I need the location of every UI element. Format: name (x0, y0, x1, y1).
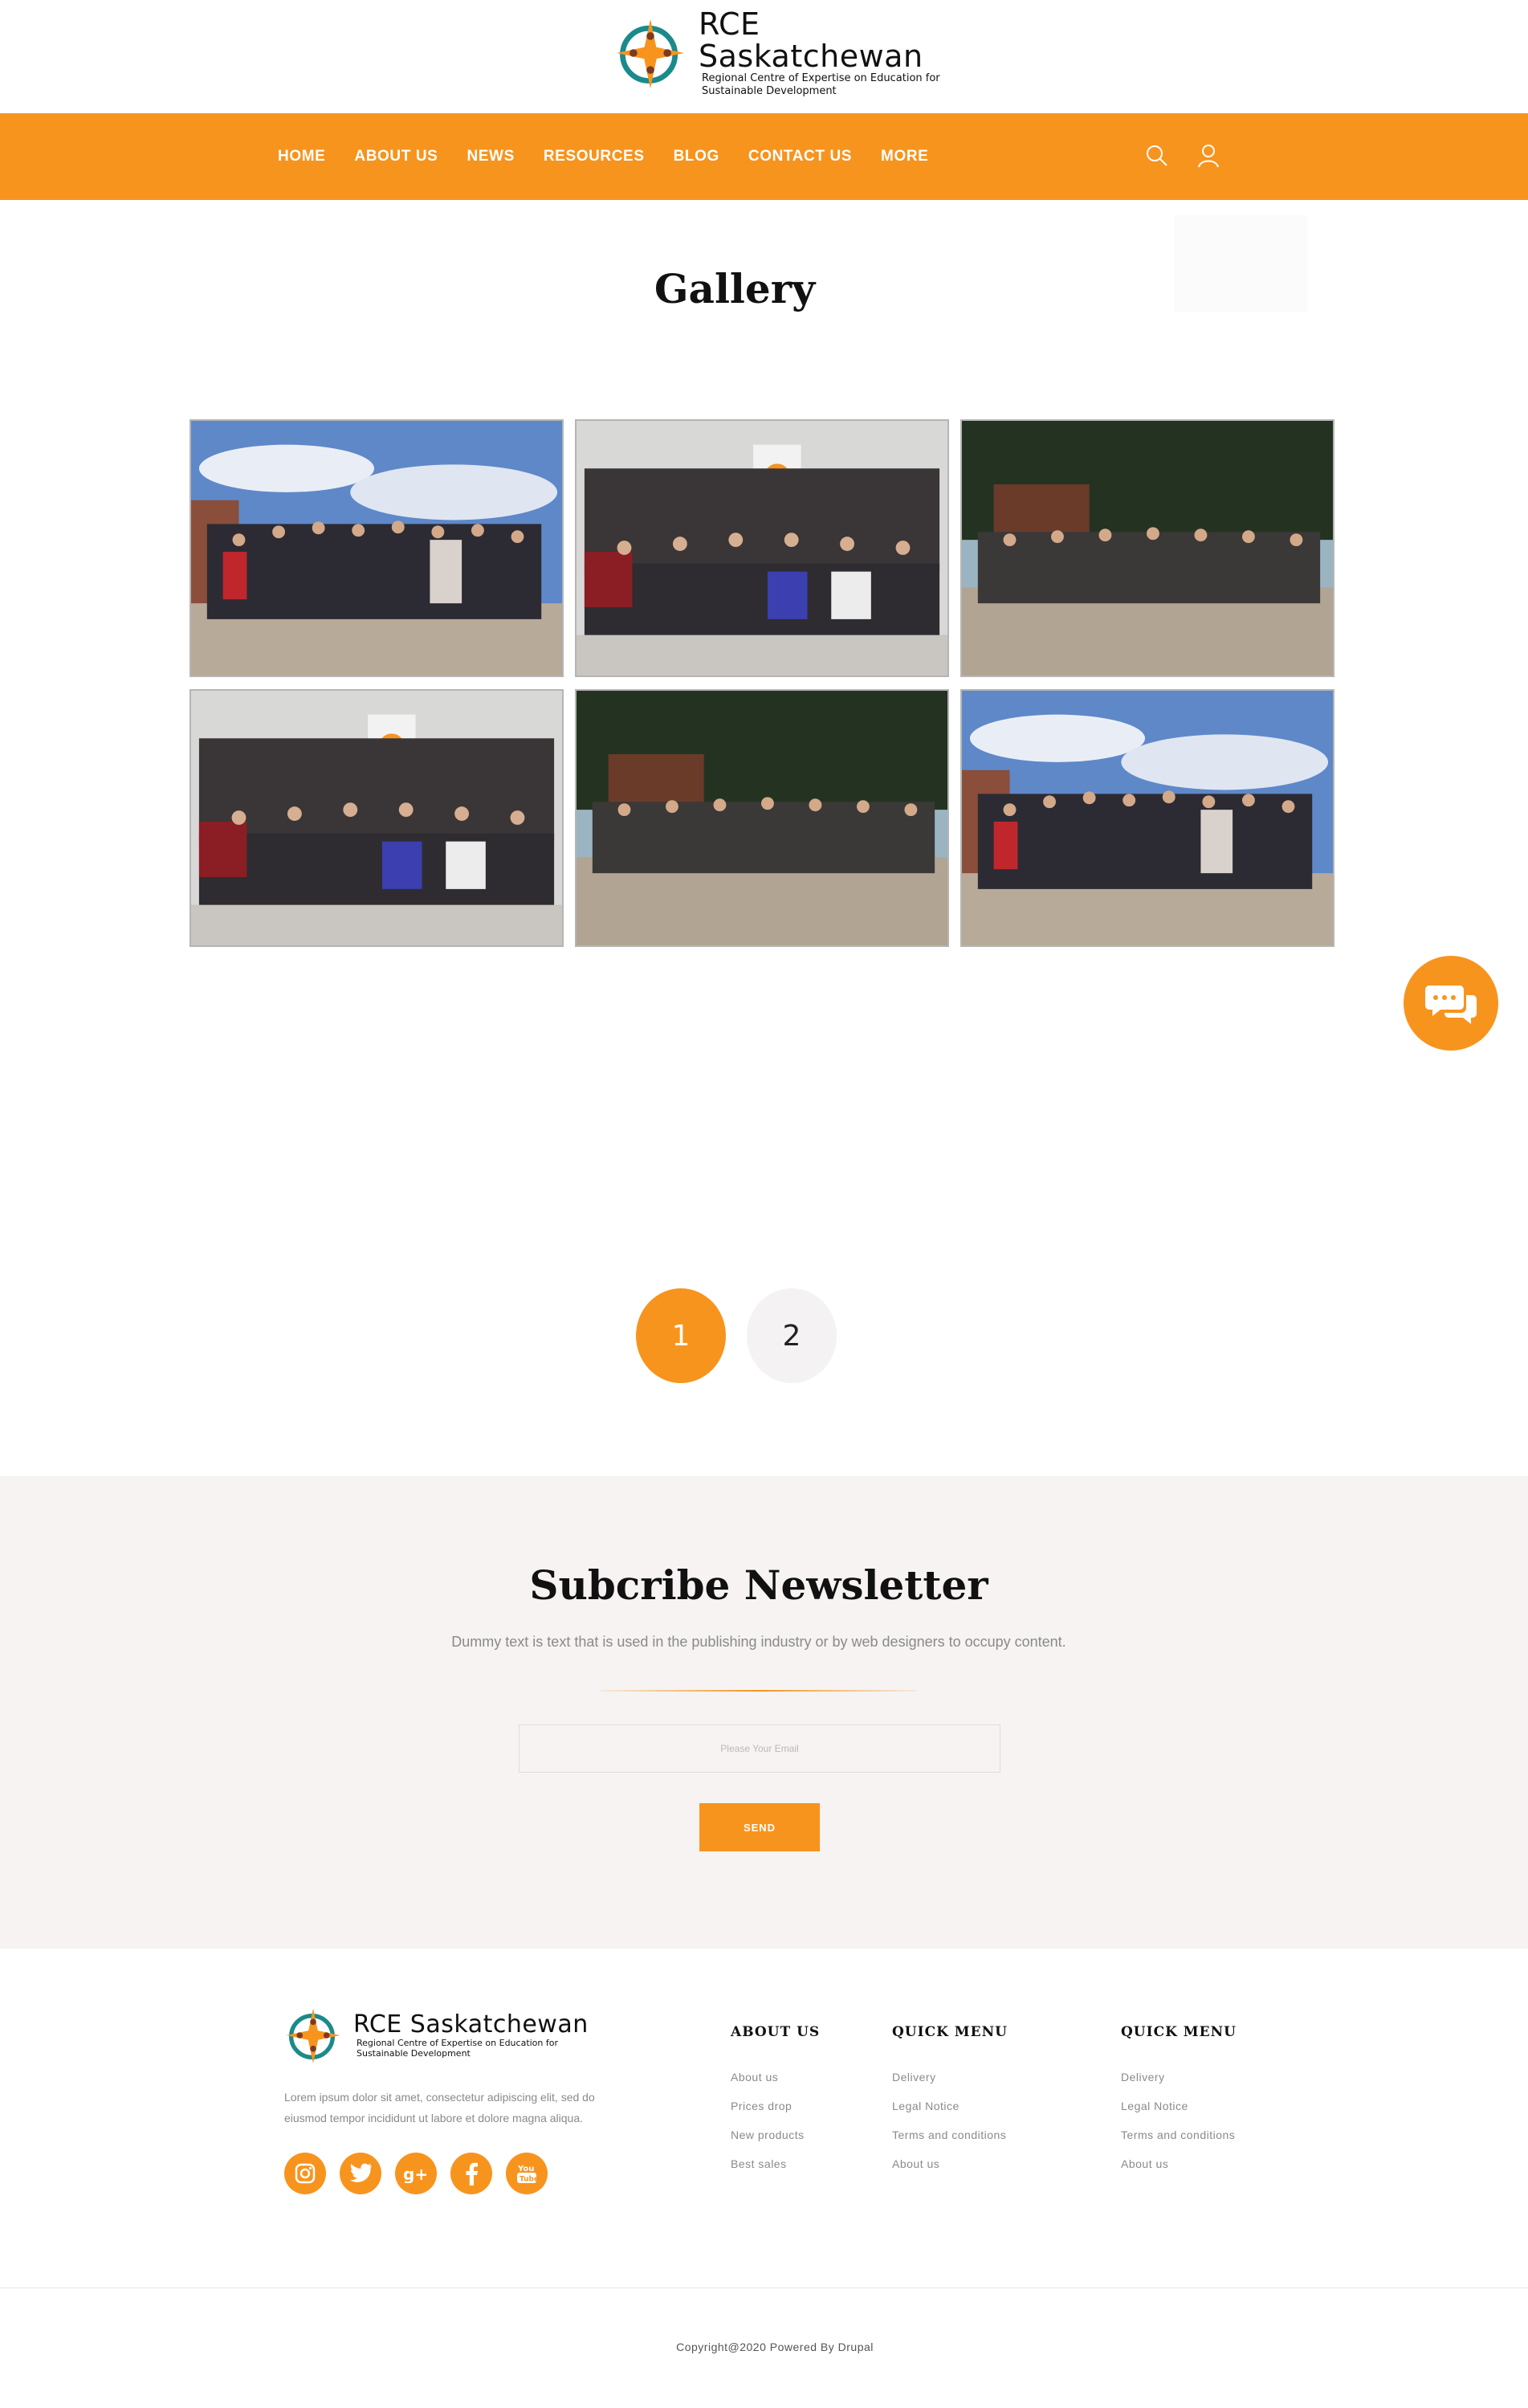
svg-text:g+: g+ (403, 2165, 428, 2183)
google-plus-icon[interactable]: g+ (395, 2153, 437, 2194)
footer-column-heading: ABOUT US (731, 2024, 821, 2040)
page-1-button[interactable]: 1 (636, 1288, 726, 1383)
chat-icon (1425, 986, 1477, 1024)
site-title: RCE Saskatchewan (699, 6, 923, 74)
footer-logo[interactable]: RCE Saskatchewan Regional Centre of Expe… (283, 2005, 589, 2066)
page-title: Gallery (654, 265, 816, 312)
gallery-photo[interactable] (960, 689, 1334, 947)
twitter-icon[interactable] (340, 2153, 381, 2194)
site-header: RCE Saskatchewan Regional Centre of Expe… (0, 0, 1528, 113)
copyright-text: Copyright@2020 Powered By Drupal (676, 2341, 874, 2353)
social-links: g+ You Tube (284, 2153, 561, 2194)
nav-item-contact-us[interactable]: CONTACT US (748, 148, 852, 165)
send-button[interactable]: SEND (699, 1803, 820, 1851)
gallery-photo[interactable] (575, 689, 949, 947)
logo-mark-icon (616, 18, 685, 89)
footer-link[interactable]: Terms and conditions (892, 2120, 1008, 2149)
svg-text:Tube: Tube (520, 2176, 539, 2184)
site-footer: RCE Saskatchewan Regional Centre of Expe… (0, 1949, 1528, 2408)
divider (601, 1690, 917, 1692)
logo-mark-icon (286, 2008, 340, 2063)
footer-link[interactable]: Legal Notice (892, 2092, 1008, 2120)
chat-button[interactable] (1404, 956, 1498, 1051)
footer-column-quick-menu-2: QUICK MENU Delivery Legal Notice Terms a… (1121, 2024, 1237, 2178)
user-icon[interactable] (1195, 142, 1222, 169)
instagram-icon[interactable] (284, 2153, 326, 2194)
nav-item-about-us[interactable]: ABOUT US (354, 148, 438, 165)
nav-item-resources[interactable]: RESOURCES (544, 148, 645, 165)
footer-link[interactable]: About us (892, 2149, 1008, 2178)
footer-column-heading: QUICK MENU (892, 2024, 1008, 2040)
newsletter-description: Dummy text is text that is used in the p… (451, 1634, 1066, 1650)
footer-column-about: ABOUT US About us Prices drop New produc… (731, 2024, 820, 2178)
main-nav: HOME ABOUT US NEWS RESOURCES BLOG CONTAC… (0, 113, 1528, 200)
nav-item-news[interactable]: NEWS (467, 148, 514, 165)
footer-link[interactable]: Delivery (892, 2063, 1008, 2092)
svg-text:You: You (517, 2165, 534, 2173)
gallery-photo[interactable] (960, 419, 1334, 677)
facebook-icon[interactable] (450, 2153, 492, 2194)
footer-link[interactable]: Prices drop (731, 2092, 820, 2120)
footer-link[interactable]: Legal Notice (1121, 2092, 1237, 2120)
pagination: 1 2 (636, 1288, 858, 1383)
newsletter-title: Subcribe Newsletter (529, 1561, 988, 1609)
footer-link[interactable]: Delivery (1121, 2063, 1237, 2092)
site-logo[interactable]: RCE Saskatchewan Regional Centre of Expe… (612, 8, 989, 97)
page-2-button[interactable]: 2 (747, 1288, 837, 1383)
gallery-photo[interactable] (575, 419, 949, 677)
footer-link[interactable]: Terms and conditions (1121, 2120, 1237, 2149)
gallery-photo[interactable] (189, 419, 564, 677)
gallery-photo[interactable] (189, 689, 564, 947)
footer-link[interactable]: Best sales (731, 2149, 820, 2178)
site-subtitle: Regional Centre of Expertise on Educatio… (702, 72, 940, 97)
footer-column-heading: QUICK MENU (1121, 2024, 1237, 2040)
nav-item-blog[interactable]: BLOG (674, 148, 719, 165)
footer-link[interactable]: About us (731, 2063, 820, 2092)
footer-site-title: RCE Saskatchewan (353, 2010, 589, 2039)
footer-column-quick-menu: QUICK MENU Delivery Legal Notice Terms a… (892, 2024, 1008, 2178)
nav-item-home[interactable]: HOME (278, 148, 325, 165)
footer-about-text: Lorem ipsum dolor sit amet, consectetur … (284, 2091, 595, 2124)
footer-site-subtitle: Regional Centre of Expertise on Educatio… (357, 2038, 559, 2059)
youtube-icon[interactable]: You Tube (506, 2153, 548, 2194)
newsletter-section: Subcribe Newsletter Dummy text is text t… (0, 1476, 1528, 1949)
email-field[interactable] (519, 1724, 1000, 1773)
footer-link[interactable]: About us (1121, 2149, 1237, 2178)
search-icon[interactable] (1143, 142, 1171, 169)
nav-item-more[interactable]: MORE (881, 148, 928, 165)
footer-link[interactable]: New products (731, 2120, 820, 2149)
